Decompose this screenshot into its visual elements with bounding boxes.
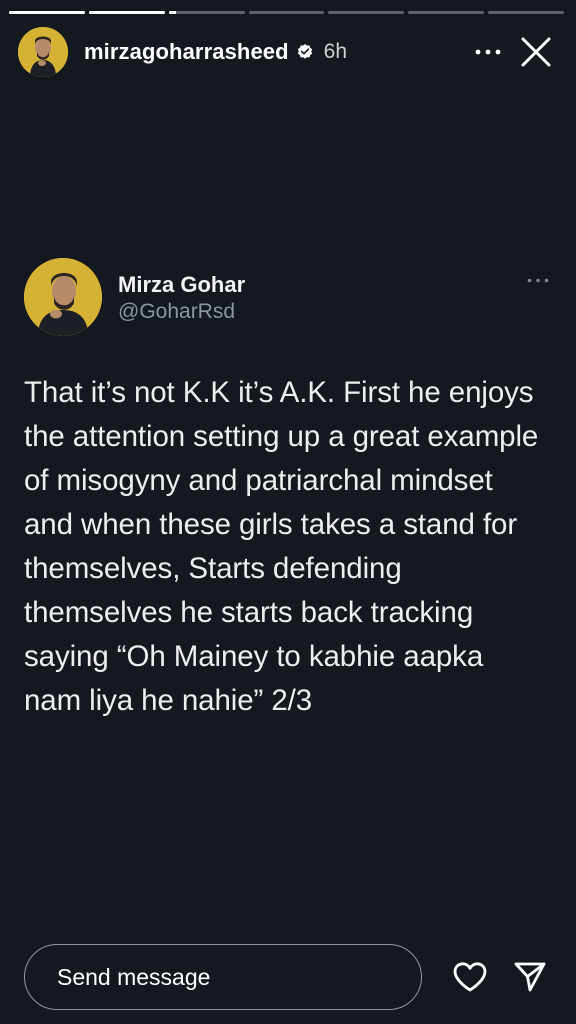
progress-segment <box>248 11 325 14</box>
progress-segment <box>9 11 85 14</box>
story-header: mirzagoharrasheed 6h <box>18 26 558 78</box>
share-button[interactable] <box>510 957 550 997</box>
story-reply-bar: Send message <box>24 943 552 1011</box>
verified-badge-icon <box>297 44 312 59</box>
send-message-placeholder: Send message <box>57 963 211 990</box>
progress-segment <box>408 11 485 14</box>
avatar[interactable] <box>18 27 68 77</box>
header-actions <box>468 30 558 74</box>
send-icon <box>514 962 546 992</box>
tweet-avatar <box>24 258 102 336</box>
more-horizontal-icon <box>475 49 501 55</box>
author-handle: @GoharRsd <box>118 300 236 323</box>
like-button[interactable] <box>450 957 490 997</box>
tweet-header: Mirza Gohar @GoharRsd <box>24 258 552 336</box>
progress-segment <box>168 11 245 14</box>
progress-segment <box>488 11 565 14</box>
author-display-name: Mirza Gohar <box>118 272 246 297</box>
send-message-input[interactable]: Send message <box>24 944 422 1010</box>
username[interactable]: mirzagoharrasheed <box>84 39 289 65</box>
tweet-text: That it’s not K.K it’s A.K. First he enj… <box>24 376 539 717</box>
progress-segment <box>328 11 405 14</box>
more-options-button[interactable] <box>468 32 508 72</box>
post-time: 6h <box>323 40 348 63</box>
progress-segment <box>88 11 165 14</box>
tweet-author: Mirza Gohar @GoharRsd <box>118 272 245 326</box>
tweet-more-icon <box>526 272 550 288</box>
close-icon <box>521 37 551 67</box>
heart-icon <box>453 962 487 992</box>
close-button[interactable] <box>514 30 558 74</box>
story-progress-bar <box>9 11 565 14</box>
tweet-card: Mirza Gohar @GoharRsd That it’s not K.K … <box>24 258 552 723</box>
